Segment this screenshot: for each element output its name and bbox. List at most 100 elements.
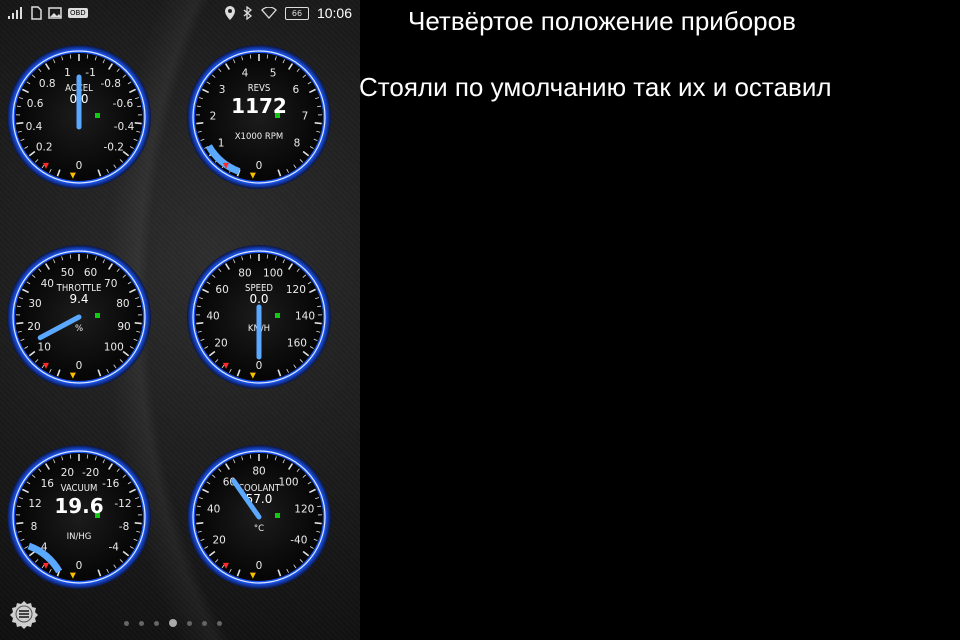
status-indicator [95, 113, 100, 118]
gauge-value: 0.0 [249, 292, 268, 306]
tick-label: 60 [84, 267, 97, 279]
gauge-unit: % [75, 324, 83, 334]
tick-label: 3 [219, 84, 226, 96]
tick-label: 1 [64, 67, 71, 79]
page-dot[interactable] [124, 620, 129, 626]
tick-label: 40 [207, 504, 220, 516]
tick-label: 80 [252, 466, 265, 478]
tick-label: -0.2 [104, 142, 125, 154]
revs-gauge[interactable]: 1 2 3 4 5 6 7 8 0 REVS 1172 X1000 RPM [186, 44, 332, 190]
tick-label: 20 [212, 535, 225, 547]
tick-label: 40 [41, 278, 54, 290]
page-dot[interactable] [217, 620, 222, 626]
tick-label: -40 [290, 535, 307, 547]
phone-screen: OBD 66 10:06 0.2 0.4 0.6 0.8 1 -1 -0.8 -0.6 -0.4… [0, 0, 360, 640]
tick-label: 20 [214, 338, 227, 350]
gauge-unit: °C [254, 524, 264, 534]
tick-label-zero: 0 [76, 560, 83, 572]
tick-label: 100 [279, 476, 299, 488]
location-icon [224, 6, 235, 20]
gauge-title: REVS [248, 83, 271, 94]
battery-icon: 66 [284, 6, 309, 20]
tick-label-zero: 0 [256, 160, 263, 172]
bluetooth-icon [243, 6, 252, 20]
coolant-gauge[interactable]: 20 40 60 80 100 120 -40 0 COOLANT 57.0 °C [186, 444, 332, 590]
status-indicator [95, 313, 100, 318]
tick-label: -12 [114, 498, 131, 510]
status-indicator [275, 313, 280, 318]
tick-label-zero: 0 [256, 360, 263, 372]
tick-label: 60 [215, 284, 228, 296]
status-indicator [275, 513, 280, 518]
tick-label: 30 [28, 298, 41, 310]
tick-label: 80 [238, 268, 251, 280]
wifi-icon [261, 7, 277, 19]
tick-label-zero: 0 [76, 360, 83, 372]
tick-label: 16 [41, 478, 55, 490]
throttle-gauge[interactable]: 10 20 30 40 50 60 70 80 90 100 0 THROTTLE 9.4% [6, 244, 152, 390]
tick-label: 7 [302, 111, 309, 123]
tick-label: 4 [242, 68, 249, 80]
image-icon [48, 7, 62, 19]
accel-gauge[interactable]: 0.20.40.60.81-1-0.8-0.6-0.4-0.20ACCEL0.0 [6, 44, 152, 190]
tick-label: 4 [41, 542, 48, 554]
tick-label: -4 [109, 542, 120, 554]
gauge-value: 9.4 [69, 292, 88, 306]
settings-gear-icon[interactable] [8, 598, 40, 630]
tick-label: 8 [294, 138, 301, 150]
tick-label: 8 [31, 521, 38, 533]
page-dot[interactable] [139, 620, 144, 626]
caption-line-2: Стояли по умолчанию так их и оставил [359, 72, 832, 102]
tick-label: 5 [270, 68, 277, 80]
tick-label: 100 [104, 342, 124, 354]
sim-icon [31, 6, 42, 20]
tick-label: -0.4 [114, 121, 135, 133]
tick-label: 80 [116, 298, 129, 310]
clock: 10:06 [316, 5, 352, 21]
tick-label: 1 [218, 138, 225, 150]
tick-label: 120 [294, 504, 314, 516]
tick-label: -20 [82, 467, 99, 479]
gauge-unit: IN/HG [67, 532, 92, 542]
tick-label: 20 [61, 467, 74, 479]
tick-label: 0.8 [39, 78, 56, 90]
tick-label: -16 [102, 478, 119, 490]
tick-label: 40 [206, 311, 219, 323]
gauge-title: VACUUM [61, 483, 98, 494]
tick-label: 0.4 [26, 121, 43, 133]
page-dot[interactable] [169, 619, 177, 627]
tick-label: -0.6 [113, 98, 134, 110]
tick-label: -0.8 [100, 78, 121, 90]
gauge-value: 1172 [231, 94, 287, 118]
tick-label: 20 [27, 321, 40, 333]
tick-label: 100 [263, 268, 283, 280]
status-bar: OBD 66 10:06 [0, 0, 360, 28]
tick-label: -8 [119, 521, 129, 533]
tick-label: 90 [117, 321, 130, 333]
tick-label: 12 [28, 498, 41, 510]
tick-label: 0.2 [36, 142, 53, 154]
tick-label: 120 [286, 284, 306, 296]
gauge-unit: X1000 RPM [235, 132, 284, 142]
vacuum-gauge[interactable]: 4 8 12 16 20 -20 -16 -12 -8 -4 0 VACUUM 19.6 IN/HG [6, 444, 152, 590]
page-dot[interactable] [154, 620, 159, 626]
tick-label: 70 [104, 278, 117, 290]
tick-label: 2 [210, 111, 217, 123]
gauge-value: 19.6 [54, 494, 103, 518]
tick-label: 50 [61, 267, 74, 279]
tick-label: 0.6 [27, 98, 44, 110]
page-dot[interactable] [187, 620, 192, 626]
tick-label: 10 [38, 342, 51, 354]
tick-label: 140 [295, 311, 315, 323]
tick-label-zero: 0 [76, 160, 83, 172]
page-dot[interactable] [202, 620, 207, 626]
obd-icon: OBD [68, 8, 88, 18]
tick-label: -1 [85, 67, 95, 79]
tick-label: 160 [287, 338, 307, 350]
page-indicator [124, 619, 222, 627]
speed-gauge[interactable]: 204060801001201401600SPEED0.0KM/H [186, 244, 332, 390]
tick-label: 6 [293, 84, 300, 96]
tick-label-zero: 0 [256, 560, 263, 572]
caption-line-1: Четвёртое положение приборов [408, 6, 796, 36]
signal-icon [8, 7, 22, 19]
